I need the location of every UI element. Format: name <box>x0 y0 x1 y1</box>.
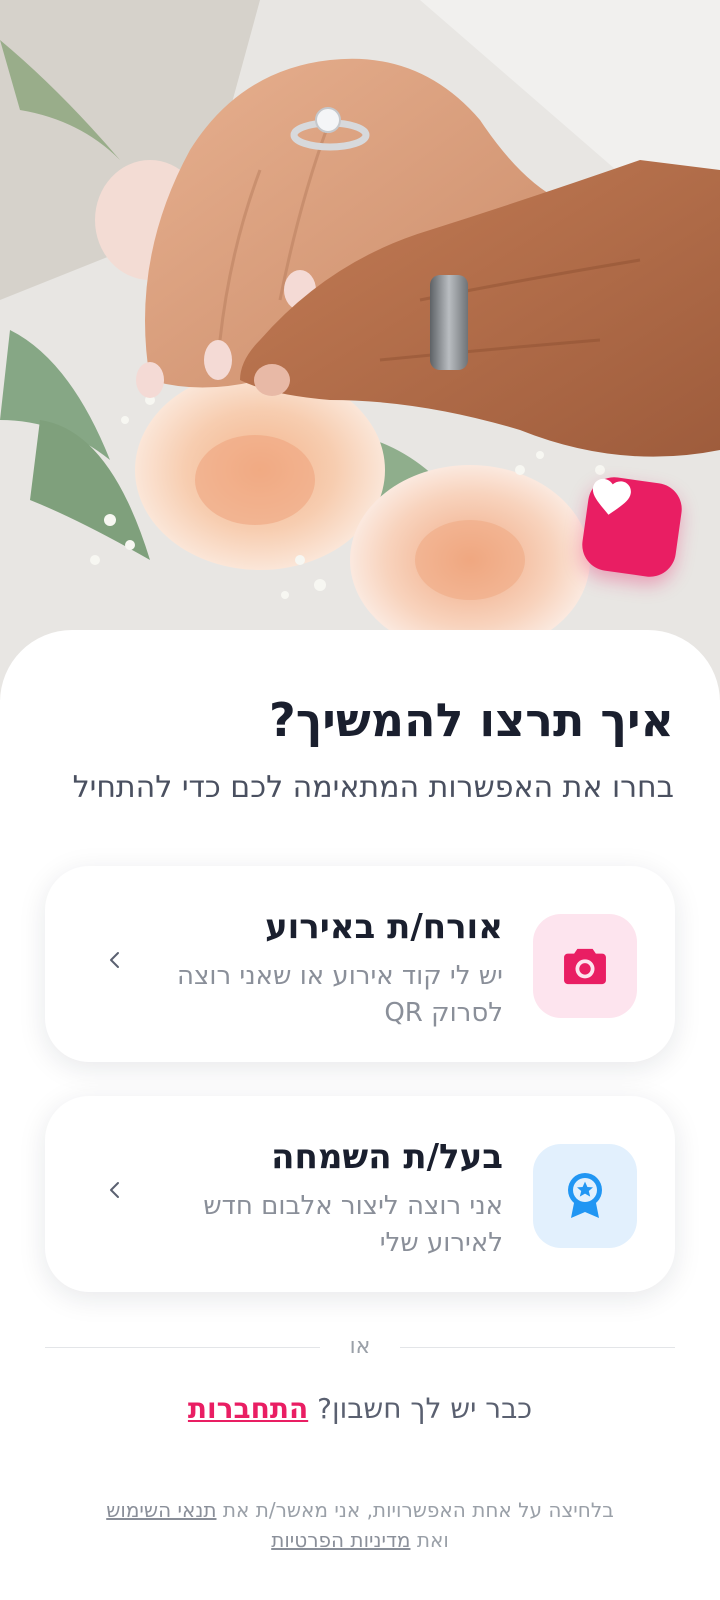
guest-option-card[interactable]: אורח/ת באירוע יש לי קוד אירוע או שאני רו… <box>45 866 675 1062</box>
camera-icon <box>564 948 606 985</box>
terms-link[interactable]: תנאי השימוש <box>106 1498 216 1522</box>
host-option-card[interactable]: בעל/ת השמחה אני רוצה ליצור אלבום חדש לאי… <box>45 1096 675 1292</box>
page-subtitle: בחרו את האפשרות המתאימה לכם כדי להתחיל <box>72 770 674 805</box>
legal-notice: בלחיצה על אחת האפשרויות, אני מאשר/ת את ת… <box>80 1495 640 1555</box>
legal-prefix: בלחיצה על אחת האפשרויות, אני מאשר/ת את <box>222 1498 614 1522</box>
divider-line-right <box>400 1347 675 1348</box>
host-option-title: בעל/ת השמחה <box>271 1137 503 1177</box>
login-link[interactable]: התחברות <box>188 1392 308 1425</box>
wedding-photo <box>0 0 720 700</box>
hero-image <box>0 0 720 700</box>
login-prompt-text: כבר יש לך חשבון? <box>317 1392 533 1425</box>
login-prompt: כבר יש לך חשבון? התחברות <box>0 1392 720 1425</box>
chevron-left-icon <box>110 952 119 968</box>
divider-line-left <box>45 1347 320 1348</box>
privacy-link[interactable]: מדיניות הפרטיות <box>271 1528 410 1552</box>
guest-option-description: יש לי קוד אירוע או שאני רוצה לסרוק QR <box>176 961 503 1028</box>
heart-icon <box>592 478 631 515</box>
chevron-left-icon <box>110 1182 119 1198</box>
host-icon-box <box>533 1144 637 1248</box>
or-divider-label: או <box>349 1334 371 1359</box>
guest-icon-box <box>533 914 637 1018</box>
host-option-description: אני רוצה ליצור אלבום חדש לאירוע שלי <box>203 1191 503 1258</box>
legal-middle: ואת <box>416 1528 449 1552</box>
page-title: איך תרצו להמשיך? <box>269 693 674 747</box>
award-ribbon-icon <box>568 1173 602 1218</box>
heart-badge <box>578 473 686 581</box>
guest-option-title: אורח/ת באירוע <box>264 907 503 947</box>
